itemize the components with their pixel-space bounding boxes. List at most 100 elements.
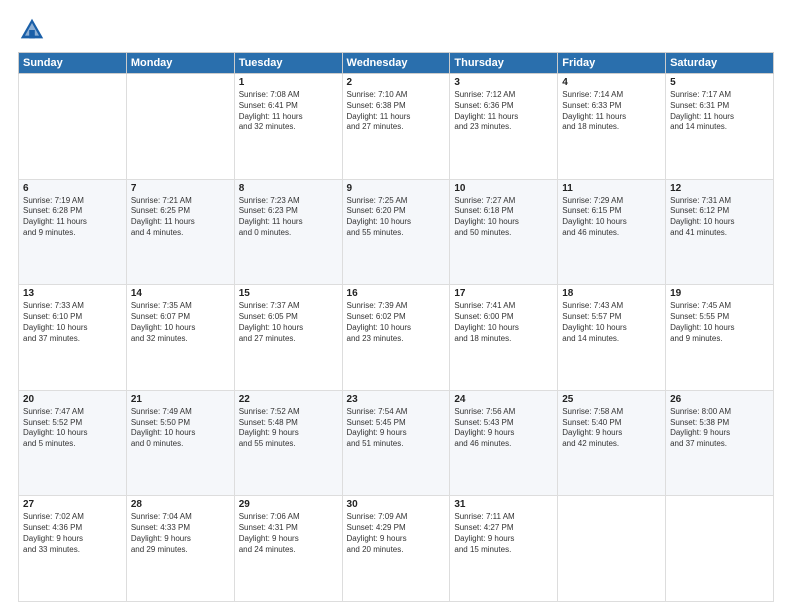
calendar-cell: 6 Sunrise: 7:19 AM Sunset: 6:28 PM Daylig…	[19, 179, 127, 285]
weekday-thursday: Thursday	[450, 53, 558, 74]
calendar-cell	[19, 74, 127, 180]
cell-content: Sunrise: 7:08 AM Sunset: 6:41 PM Dayligh…	[239, 90, 338, 133]
cell-content: Sunrise: 7:58 AM Sunset: 5:40 PM Dayligh…	[562, 407, 661, 450]
calendar-table: SundayMondayTuesdayWednesdayThursdayFrid…	[18, 52, 774, 602]
weekday-friday: Friday	[558, 53, 666, 74]
calendar-cell: 31 Sunrise: 7:11 AM Sunset: 4:27 PM Dayli…	[450, 496, 558, 602]
logo-icon	[18, 16, 46, 44]
calendar-cell: 7 Sunrise: 7:21 AM Sunset: 6:25 PM Daylig…	[126, 179, 234, 285]
day-number: 1	[239, 77, 338, 88]
day-number: 31	[454, 499, 553, 510]
cell-content: Sunrise: 7:06 AM Sunset: 4:31 PM Dayligh…	[239, 512, 338, 555]
day-number: 25	[562, 394, 661, 405]
day-number: 13	[23, 288, 122, 299]
cell-content: Sunrise: 7:29 AM Sunset: 6:15 PM Dayligh…	[562, 196, 661, 239]
day-number: 10	[454, 183, 553, 194]
page: SundayMondayTuesdayWednesdayThursdayFrid…	[0, 0, 792, 612]
cell-content: Sunrise: 7:14 AM Sunset: 6:33 PM Dayligh…	[562, 90, 661, 133]
weekday-monday: Monday	[126, 53, 234, 74]
cell-content: Sunrise: 7:54 AM Sunset: 5:45 PM Dayligh…	[347, 407, 446, 450]
calendar-cell: 9 Sunrise: 7:25 AM Sunset: 6:20 PM Daylig…	[342, 179, 450, 285]
weekday-header-row: SundayMondayTuesdayWednesdayThursdayFrid…	[19, 53, 774, 74]
calendar-cell: 10 Sunrise: 7:27 AM Sunset: 6:18 PM Dayli…	[450, 179, 558, 285]
calendar-cell: 5Sunrise: 7:17 AM Sunset: 6:31 PM Daylig…	[666, 74, 774, 180]
calendar-cell: 29 Sunrise: 7:06 AM Sunset: 4:31 PM Dayli…	[234, 496, 342, 602]
day-number: 29	[239, 499, 338, 510]
day-number: 9	[347, 183, 446, 194]
day-number: 2	[347, 77, 446, 88]
cell-content: Sunrise: 7:11 AM Sunset: 4:27 PM Dayligh…	[454, 512, 553, 555]
calendar-cell	[126, 74, 234, 180]
day-number: 16	[347, 288, 446, 299]
header	[18, 16, 774, 44]
calendar-cell: 4 Sunrise: 7:14 AM Sunset: 6:33 PM Daylig…	[558, 74, 666, 180]
calendar-cell: 27Sunrise: 7:02 AM Sunset: 4:36 PM Dayli…	[19, 496, 127, 602]
day-number: 15	[239, 288, 338, 299]
day-number: 28	[131, 499, 230, 510]
cell-content: Sunrise: 7:47 AM Sunset: 5:52 PM Dayligh…	[23, 407, 122, 450]
cell-content: Sunrise: 7:12 AM Sunset: 6:36 PM Dayligh…	[454, 90, 553, 133]
day-number: 30	[347, 499, 446, 510]
weekday-saturday: Saturday	[666, 53, 774, 74]
day-number: 14	[131, 288, 230, 299]
day-number: 17	[454, 288, 553, 299]
day-number: 12	[670, 183, 769, 194]
cell-content: Sunrise: 7:56 AM Sunset: 5:43 PM Dayligh…	[454, 407, 553, 450]
calendar-cell: 1 Sunrise: 7:08 AM Sunset: 6:41 PM Daylig…	[234, 74, 342, 180]
day-number: 3	[454, 77, 553, 88]
cell-content: Sunrise: 7:35 AM Sunset: 6:07 PM Dayligh…	[131, 301, 230, 344]
calendar-cell: 25 Sunrise: 7:58 AM Sunset: 5:40 PM Dayli…	[558, 390, 666, 496]
cell-content: Sunrise: 7:41 AM Sunset: 6:00 PM Dayligh…	[454, 301, 553, 344]
calendar-cell: 23Sunrise: 7:54 AM Sunset: 5:45 PM Dayli…	[342, 390, 450, 496]
day-number: 27	[23, 499, 122, 510]
cell-content: Sunrise: 7:04 AM Sunset: 4:33 PM Dayligh…	[131, 512, 230, 555]
day-number: 7	[131, 183, 230, 194]
day-number: 26	[670, 394, 769, 405]
day-number: 18	[562, 288, 661, 299]
cell-content: Sunrise: 7:09 AM Sunset: 4:29 PM Dayligh…	[347, 512, 446, 555]
calendar-cell: 30 Sunrise: 7:09 AM Sunset: 4:29 PM Dayli…	[342, 496, 450, 602]
day-number: 11	[562, 183, 661, 194]
cell-content: Sunrise: 7:21 AM Sunset: 6:25 PM Dayligh…	[131, 196, 230, 239]
cell-content: Sunrise: 7:33 AM Sunset: 6:10 PM Dayligh…	[23, 301, 122, 344]
day-number: 5	[670, 77, 769, 88]
cell-content: Sunrise: 7:23 AM Sunset: 6:23 PM Dayligh…	[239, 196, 338, 239]
cell-content: Sunrise: 7:37 AM Sunset: 6:05 PM Dayligh…	[239, 301, 338, 344]
calendar-cell: 14 Sunrise: 7:35 AM Sunset: 6:07 PM Dayli…	[126, 285, 234, 391]
day-number: 4	[562, 77, 661, 88]
cell-content: Sunrise: 7:49 AM Sunset: 5:50 PM Dayligh…	[131, 407, 230, 450]
calendar-cell: 3 Sunrise: 7:12 AM Sunset: 6:36 PM Daylig…	[450, 74, 558, 180]
day-number: 24	[454, 394, 553, 405]
calendar-cell: 26 Sunrise: 8:00 AM Sunset: 5:38 PM Dayli…	[666, 390, 774, 496]
day-number: 21	[131, 394, 230, 405]
cell-content: Sunrise: 7:10 AM Sunset: 6:38 PM Dayligh…	[347, 90, 446, 133]
calendar-cell: 12 Sunrise: 7:31 AM Sunset: 6:12 PM Dayli…	[666, 179, 774, 285]
week-row-0: 1 Sunrise: 7:08 AM Sunset: 6:41 PM Daylig…	[19, 74, 774, 180]
calendar-cell: 22Sunrise: 7:52 AM Sunset: 5:48 PM Dayli…	[234, 390, 342, 496]
calendar-cell: 18 Sunrise: 7:43 AM Sunset: 5:57 PM Dayli…	[558, 285, 666, 391]
weekday-tuesday: Tuesday	[234, 53, 342, 74]
calendar-cell: 13 Sunrise: 7:33 AM Sunset: 6:10 PM Dayli…	[19, 285, 127, 391]
calendar-cell	[558, 496, 666, 602]
day-number: 6	[23, 183, 122, 194]
calendar-cell: 16 Sunrise: 7:39 AM Sunset: 6:02 PM Dayli…	[342, 285, 450, 391]
day-number: 19	[670, 288, 769, 299]
calendar-cell: 2 Sunrise: 7:10 AM Sunset: 6:38 PM Daylig…	[342, 74, 450, 180]
week-row-2: 13 Sunrise: 7:33 AM Sunset: 6:10 PM Dayli…	[19, 285, 774, 391]
calendar-cell: 8Sunrise: 7:23 AM Sunset: 6:23 PM Daylig…	[234, 179, 342, 285]
calendar-cell	[666, 496, 774, 602]
day-number: 22	[239, 394, 338, 405]
calendar-cell: 24 Sunrise: 7:56 AM Sunset: 5:43 PM Dayli…	[450, 390, 558, 496]
week-row-1: 6 Sunrise: 7:19 AM Sunset: 6:28 PM Daylig…	[19, 179, 774, 285]
cell-content: Sunrise: 7:27 AM Sunset: 6:18 PM Dayligh…	[454, 196, 553, 239]
cell-content: Sunrise: 7:43 AM Sunset: 5:57 PM Dayligh…	[562, 301, 661, 344]
cell-content: Sunrise: 8:00 AM Sunset: 5:38 PM Dayligh…	[670, 407, 769, 450]
cell-content: Sunrise: 7:25 AM Sunset: 6:20 PM Dayligh…	[347, 196, 446, 239]
cell-content: Sunrise: 7:19 AM Sunset: 6:28 PM Dayligh…	[23, 196, 122, 239]
week-row-4: 27Sunrise: 7:02 AM Sunset: 4:36 PM Dayli…	[19, 496, 774, 602]
calendar-cell: 15 Sunrise: 7:37 AM Sunset: 6:05 PM Dayli…	[234, 285, 342, 391]
cell-content: Sunrise: 7:31 AM Sunset: 6:12 PM Dayligh…	[670, 196, 769, 239]
cell-content: Sunrise: 7:39 AM Sunset: 6:02 PM Dayligh…	[347, 301, 446, 344]
calendar-cell: 17 Sunrise: 7:41 AM Sunset: 6:00 PM Dayli…	[450, 285, 558, 391]
calendar-cell: 21 Sunrise: 7:49 AM Sunset: 5:50 PM Dayli…	[126, 390, 234, 496]
